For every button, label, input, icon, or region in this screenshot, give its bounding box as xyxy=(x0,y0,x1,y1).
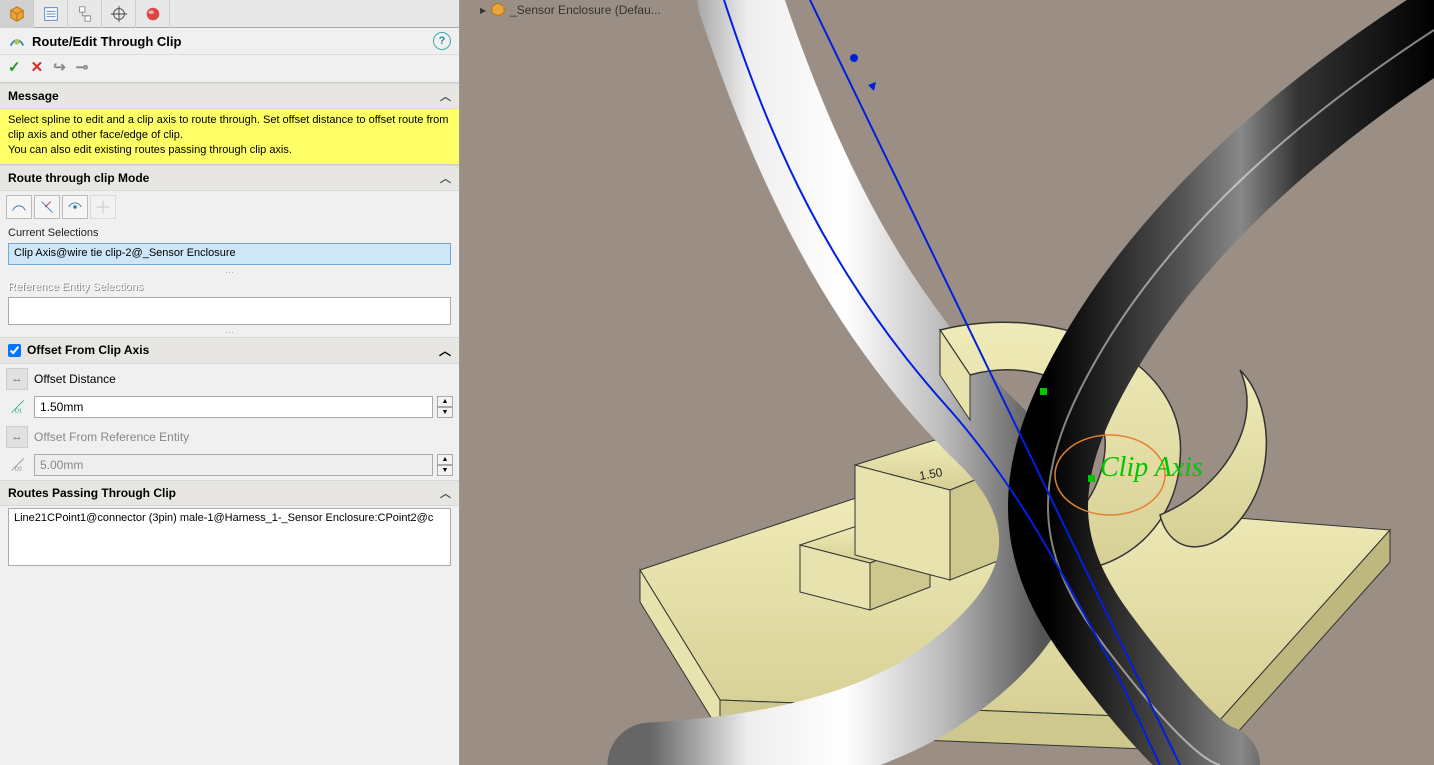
svg-text:D2: D2 xyxy=(15,466,22,472)
message-line2: You can also edit existing routes passin… xyxy=(8,144,292,156)
selection-item[interactable]: Clip Axis@wire tie clip-2@_Sensor Enclos… xyxy=(14,247,236,259)
offset-distance-row: ↔ Offset Distance xyxy=(0,364,459,394)
reference-entity-list[interactable] xyxy=(8,297,451,325)
collapse-icon: ︿ xyxy=(440,170,451,186)
mode-btn-4 xyxy=(90,195,116,219)
collapse-icon: ︿ xyxy=(440,485,451,501)
message-body: Select spline to edit and a clip axis to… xyxy=(0,109,459,165)
routes-list[interactable]: Line21CPoint1@connector (3pin) male-1@Ha… xyxy=(8,508,451,566)
spin-up[interactable]: ▲ xyxy=(437,396,453,407)
axis-point-2[interactable] xyxy=(1088,475,1095,482)
collapse-icon: ︿ xyxy=(440,88,451,104)
spin-down: ▼ xyxy=(437,465,453,476)
offset-ref-spinner: ▲ ▼ xyxy=(437,454,453,476)
mode-buttons xyxy=(0,191,459,223)
route-clip-icon xyxy=(8,32,26,50)
spin-down[interactable]: ▼ xyxy=(437,407,453,418)
tab-configuration-manager[interactable] xyxy=(68,0,102,28)
resize-gripper[interactable]: ⋯ xyxy=(0,329,459,337)
ok-button[interactable]: ✓ xyxy=(8,58,21,76)
message-section-header[interactable]: Message ︿ xyxy=(0,83,459,109)
offset-ref-value-row: D2 ▲ ▼ xyxy=(0,452,459,480)
cube-icon xyxy=(8,5,26,23)
svg-text:D1: D1 xyxy=(15,408,22,414)
routes-header-label: Routes Passing Through Clip xyxy=(8,486,176,500)
tab-property-manager[interactable] xyxy=(34,0,68,28)
current-selections-label: Current Selections xyxy=(0,223,459,241)
offset-distance-icon[interactable]: ↔ xyxy=(6,368,28,390)
panel-tabs xyxy=(0,0,459,28)
collapse-icon: ︿ xyxy=(439,342,451,359)
sphere-icon xyxy=(144,5,162,23)
tab-feature-manager[interactable] xyxy=(0,0,34,28)
offset-checkbox[interactable] xyxy=(8,344,21,357)
offset-distance-input[interactable] xyxy=(34,396,433,418)
message-header-label: Message xyxy=(8,89,59,103)
pin-button[interactable]: ⊸ xyxy=(76,58,89,76)
spin-up: ▲ xyxy=(437,454,453,465)
offset-distance-value-row: D1 ▲ ▼ xyxy=(0,394,459,422)
mode-btn-1[interactable] xyxy=(6,195,32,219)
pm-title: Route/Edit Through Clip xyxy=(32,34,433,49)
tab-dimxpert[interactable] xyxy=(102,0,136,28)
property-manager-panel: Route/Edit Through Clip ? ✓ ✕ ↪ ⊸ Messag… xyxy=(0,0,460,765)
reference-entity-label: Reference Entity Selections xyxy=(0,277,459,295)
offset-ref-input xyxy=(34,454,433,476)
dim-d1-icon: D1 xyxy=(9,398,27,416)
offset-header-label: Offset From Clip Axis xyxy=(27,343,149,357)
mode2-icon xyxy=(38,198,56,216)
mode4-icon xyxy=(94,198,112,216)
preview-button[interactable]: ↪ xyxy=(53,58,66,76)
mode-btn-2[interactable] xyxy=(34,195,60,219)
axis-point-1[interactable] xyxy=(1040,388,1047,395)
spline-arrow[interactable] xyxy=(868,82,876,91)
help-icon[interactable]: ? xyxy=(433,32,451,50)
routes-section-header[interactable]: Routes Passing Through Clip ︿ xyxy=(0,480,459,506)
spline-handle[interactable] xyxy=(850,54,858,62)
confirm-row: ✓ ✕ ↪ ⊸ xyxy=(0,55,459,83)
resize-gripper[interactable]: ⋯ xyxy=(0,269,459,277)
offset-ref-icon: ↔ xyxy=(6,426,28,448)
offset-ref-label: Offset From Reference Entity xyxy=(34,430,453,444)
dim-d2-icon: D2 xyxy=(9,456,27,474)
mode-header-label: Route through clip Mode xyxy=(8,171,149,185)
offset-distance-spinner: ▲ ▼ xyxy=(437,396,453,418)
d2-icon: D2 xyxy=(6,454,30,476)
pm-title-row: Route/Edit Through Clip ? xyxy=(0,28,459,55)
graphics-viewport[interactable]: ▸ _Sensor Enclosure (Defau... xyxy=(460,0,1434,765)
config-icon xyxy=(76,5,94,23)
tab-display-manager[interactable] xyxy=(136,0,170,28)
mode-section-header[interactable]: Route through clip Mode ︿ xyxy=(0,165,459,191)
message-line1: Select spline to edit and a clip axis to… xyxy=(8,114,448,141)
cancel-button[interactable]: ✕ xyxy=(31,58,44,76)
mode3-icon xyxy=(66,198,84,216)
viewport-scene[interactable]: 1.50 xyxy=(460,0,1434,765)
offset-distance-label: Offset Distance xyxy=(34,372,453,386)
d1-icon: D1 xyxy=(6,396,30,418)
current-selections-list[interactable]: Clip Axis@wire tie clip-2@_Sensor Enclos… xyxy=(8,243,451,265)
offset-section-header[interactable]: Offset From Clip Axis ︿ xyxy=(0,337,459,364)
target-icon xyxy=(110,5,128,23)
mode1-icon xyxy=(10,198,28,216)
list-icon xyxy=(42,5,60,23)
mode-btn-3[interactable] xyxy=(62,195,88,219)
offset-ref-row: ↔ Offset From Reference Entity xyxy=(0,422,459,452)
route-item[interactable]: Line21CPoint1@connector (3pin) male-1@Ha… xyxy=(14,512,433,524)
